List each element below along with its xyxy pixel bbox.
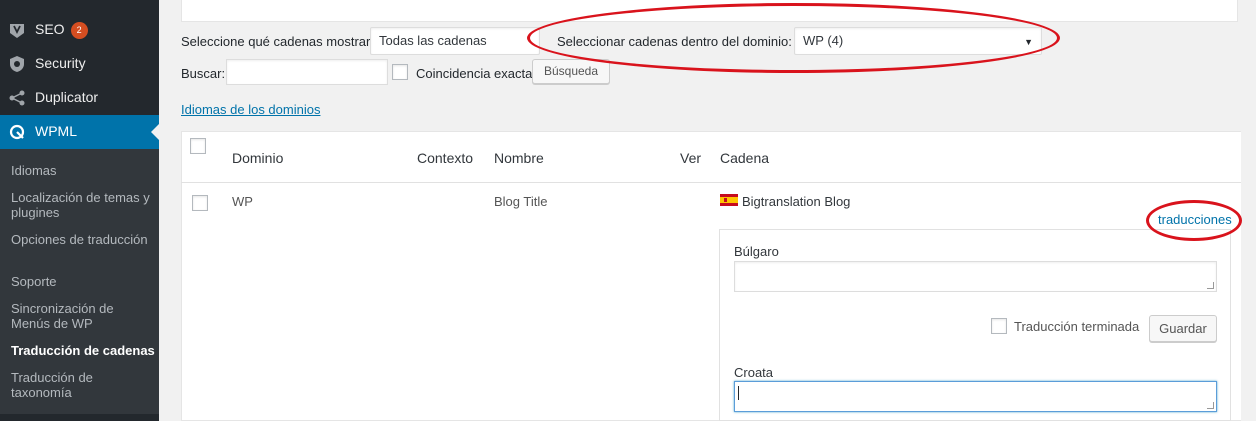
column-header-view[interactable]: Ver bbox=[680, 150, 701, 166]
wpml-submenu: Idiomas Localización de temas y plugines… bbox=[0, 149, 159, 414]
submenu-traduccion-taxonomia[interactable]: Traducción de taxonomía bbox=[11, 370, 155, 400]
row-domain: WP bbox=[232, 194, 253, 209]
table-header-divider bbox=[181, 182, 1241, 183]
submenu-traduccion-cadenas[interactable]: Traducción de cadenas bbox=[11, 343, 155, 358]
show-strings-select[interactable]: Todas las cadenas bbox=[370, 27, 540, 55]
translations-link[interactable]: traducciones bbox=[1158, 212, 1232, 227]
yoast-icon bbox=[8, 21, 26, 39]
top-panel bbox=[181, 0, 1238, 22]
active-menu-arrow bbox=[151, 124, 159, 140]
domain-select-value: WP (4) bbox=[803, 33, 844, 48]
search-button[interactable]: Búsqueda bbox=[532, 59, 610, 84]
search-input[interactable] bbox=[226, 59, 388, 85]
column-header-name[interactable]: Nombre bbox=[494, 150, 544, 166]
save-button[interactable]: Guardar bbox=[1149, 315, 1217, 342]
row-name: Blog Title bbox=[494, 194, 548, 209]
show-strings-label: Seleccione qué cadenas mostrar bbox=[181, 34, 371, 49]
menu-item-security[interactable]: Security bbox=[0, 47, 159, 81]
domain-select[interactable]: WP (4) ▼ bbox=[794, 27, 1042, 55]
search-label: Buscar: bbox=[181, 66, 226, 81]
resize-handle-icon[interactable] bbox=[1207, 402, 1214, 409]
submenu-idiomas[interactable]: Idiomas bbox=[11, 163, 155, 178]
domain-select-label: Seleccionar cadenas dentro del dominio: bbox=[557, 34, 792, 49]
column-header-context[interactable]: Contexto bbox=[417, 150, 473, 166]
language-label-croatian: Croata bbox=[734, 365, 774, 380]
resize-handle-icon[interactable] bbox=[1207, 282, 1214, 289]
text-cursor bbox=[738, 386, 739, 400]
row-checkbox[interactable] bbox=[192, 195, 208, 211]
language-label-bulgarian: Búlgaro bbox=[734, 244, 779, 259]
shield-icon bbox=[8, 55, 26, 73]
show-strings-value: Todas las cadenas bbox=[379, 33, 487, 48]
submenu-sincronizacion[interactable]: Sincronización de Menús de WP bbox=[11, 301, 155, 331]
menu-label-wpml: WPML bbox=[35, 123, 77, 139]
submenu-opciones[interactable]: Opciones de traducción bbox=[11, 232, 155, 247]
menu-item-seo[interactable]: SEO 2 bbox=[0, 13, 159, 47]
submenu-soporte[interactable]: Soporte bbox=[11, 274, 155, 289]
es-flag-icon bbox=[720, 194, 738, 206]
menu-label-security: Security bbox=[35, 55, 86, 71]
row-string: Bigtranslation Blog bbox=[742, 194, 851, 209]
translation-done-label: Traducción terminada bbox=[1014, 319, 1140, 334]
croatian-translation-textarea[interactable] bbox=[734, 381, 1217, 412]
menu-label-duplicator: Duplicator bbox=[35, 89, 99, 105]
translation-done-checkbox[interactable] bbox=[991, 318, 1007, 334]
menu-item-wpml[interactable]: WPML bbox=[0, 115, 159, 149]
menu-item-duplicator[interactable]: Duplicator bbox=[0, 81, 159, 115]
submenu-localizacion[interactable]: Localización de temas y plugines bbox=[11, 190, 155, 220]
column-header-string[interactable]: Cadena bbox=[720, 150, 769, 166]
exact-match-checkbox[interactable] bbox=[392, 64, 408, 80]
domain-languages-link[interactable]: Idiomas de los dominios bbox=[181, 102, 320, 117]
share-icon bbox=[8, 89, 26, 107]
select-all-checkbox[interactable] bbox=[190, 138, 206, 154]
bulgarian-translation-textarea[interactable] bbox=[734, 261, 1217, 292]
column-header-domain[interactable]: Dominio bbox=[232, 150, 283, 166]
exact-match-label: Coincidencia exacta bbox=[416, 66, 533, 81]
notification-badge: 2 bbox=[70, 22, 88, 39]
menu-label-seo: SEO bbox=[35, 21, 65, 37]
admin-sidebar: SEO 2 Security Duplicator WPML Idiomas Lo… bbox=[0, 0, 159, 421]
chevron-down-icon: ▼ bbox=[1024, 37, 1033, 47]
wpml-icon bbox=[8, 123, 26, 141]
